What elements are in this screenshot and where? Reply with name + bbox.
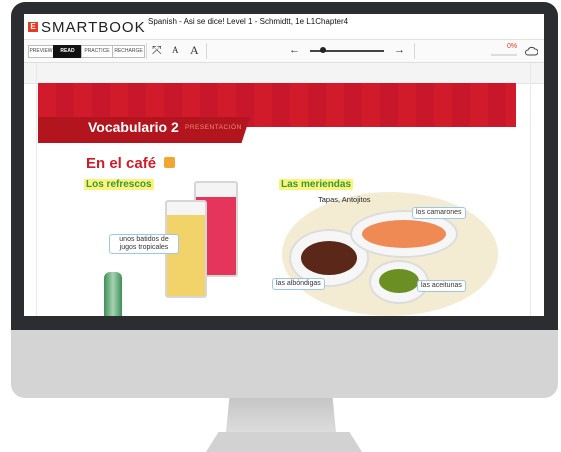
divider <box>414 43 415 59</box>
margin-line <box>36 63 37 316</box>
monitor-stand <box>226 398 336 432</box>
tapas-caption: Tapas, Antojitos <box>318 195 371 204</box>
heading-meriendas: Las meriendas <box>279 179 354 190</box>
app-logo-text: SMARTBOOK <box>41 19 146 36</box>
cloud-icon[interactable] <box>525 46 538 56</box>
tab-read[interactable]: READ <box>53 45 82 58</box>
page-slider-handle[interactable] <box>320 47 326 53</box>
monitor-chin <box>11 330 558 398</box>
label-batidos: unos batidos de jugos tropicales <box>109 234 179 254</box>
prev-page-arrow-icon[interactable]: ← <box>289 43 300 57</box>
font-increase-button[interactable]: A <box>190 43 199 57</box>
reader-toolbar: PREVIEW READ PRACTICE RECHARGE ⤧ A A ← →… <box>24 40 544 63</box>
tab-practice[interactable]: PRACTICE <box>81 45 113 58</box>
fit-screen-icon[interactable]: ⤧ <box>152 43 162 57</box>
progress-percent: 0% <box>507 43 518 50</box>
heading-refrescos: Los refrescos <box>84 179 154 190</box>
margin-line <box>530 63 531 316</box>
divider <box>146 43 147 59</box>
smartbook-logo-icon: E <box>28 22 38 32</box>
font-decrease-button[interactable]: A <box>172 43 179 57</box>
tab-recharge[interactable]: RECHARGE <box>112 45 145 58</box>
book-title: Spanish - Asi se dice! Level 1 - Schmidt… <box>148 17 349 26</box>
vocab-subtitle: PRESENTACIÓN <box>185 124 242 131</box>
audio-icon[interactable] <box>164 157 175 168</box>
section-title: En el café <box>86 155 157 172</box>
bottle-image <box>104 272 122 316</box>
screen: E SMARTBOOK Spanish - Asi se dice! Level… <box>24 14 544 316</box>
monitor-base <box>206 432 362 452</box>
next-page-arrow-icon[interactable]: → <box>394 43 405 57</box>
label-camarones: los camarones <box>412 207 466 219</box>
tab-preview[interactable]: PREVIEW <box>28 45 54 58</box>
label-albondigas: las albóndigas <box>272 278 325 290</box>
label-aceitunas: las aceitunas <box>417 280 466 292</box>
content-top-strip <box>24 63 544 84</box>
divider <box>206 43 207 59</box>
app-header: E SMARTBOOK Spanish - Asi se dice! Level… <box>24 14 544 40</box>
progress-bar <box>491 54 517 56</box>
vocab-title: Vocabulario 2 <box>88 119 179 135</box>
